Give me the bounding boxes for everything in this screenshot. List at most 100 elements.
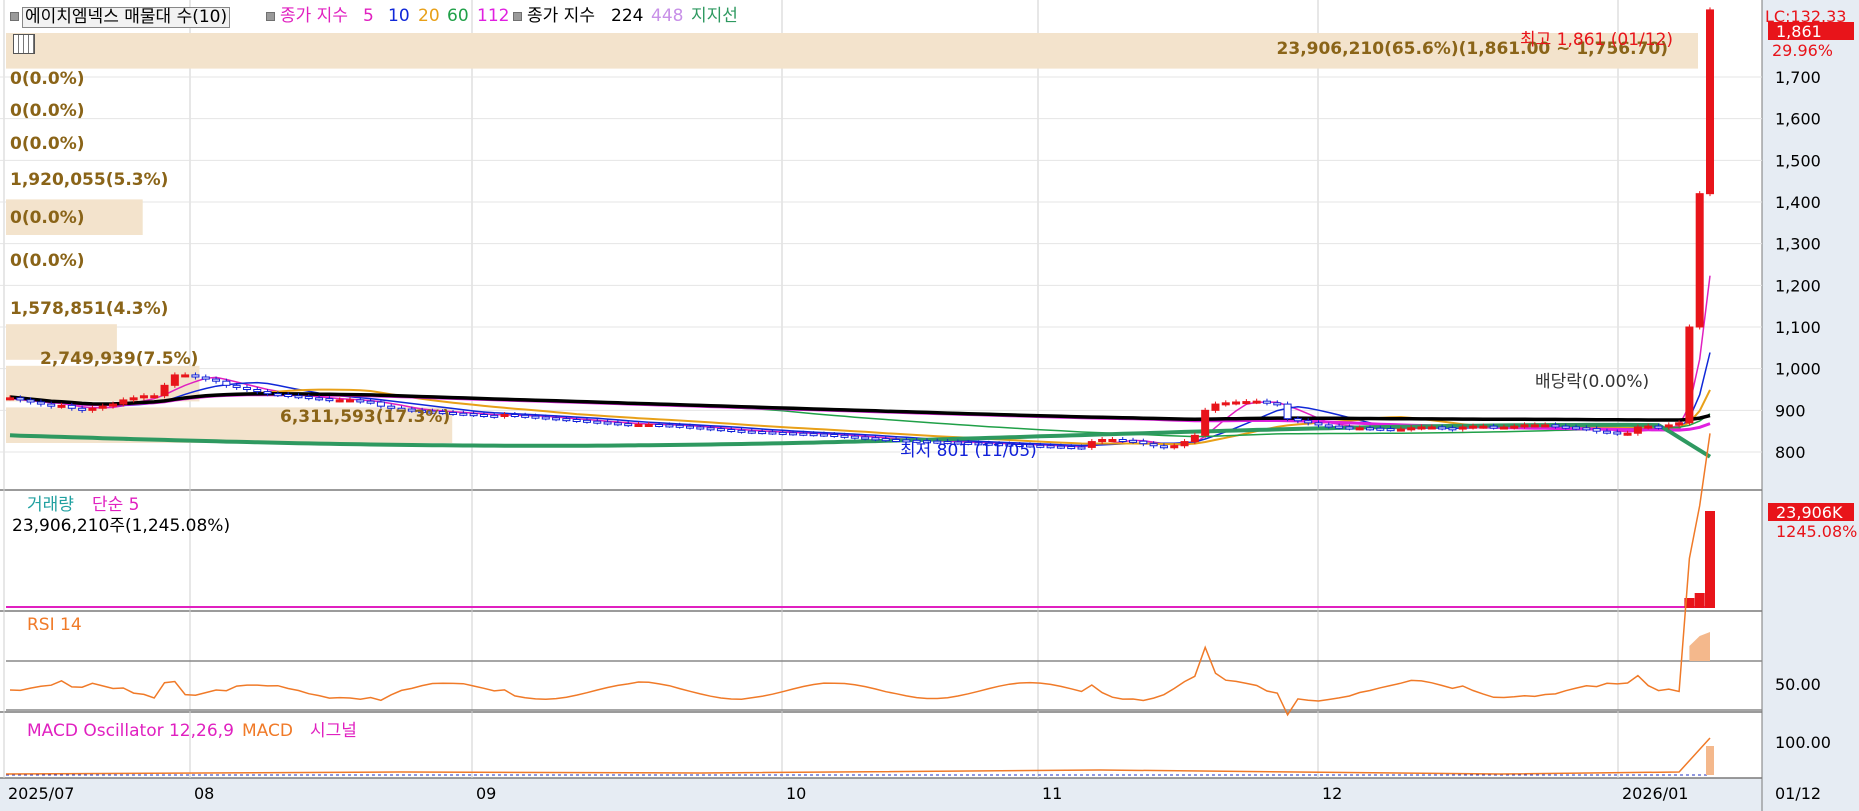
ma-legend-60[interactable]: 60 (447, 8, 469, 25)
high-annotation: 최고 1,861 (01/12) (1520, 30, 1673, 50)
ma2-legend-label[interactable]: 종가 지수 (527, 8, 595, 25)
candle-body (356, 399, 365, 403)
candle-body (830, 434, 839, 437)
candle-body (1335, 425, 1344, 429)
candle-body (819, 433, 828, 437)
candle-body (1530, 424, 1539, 428)
stock-name-button[interactable]: 에이치엠넥스 매물대 수(10) (22, 7, 231, 28)
candle-body (613, 422, 622, 426)
candle-body (1345, 426, 1354, 430)
candle-body (655, 424, 664, 427)
volume-profile-label: 1,920,055(5.3%) (10, 170, 168, 190)
candle-body (1396, 428, 1405, 432)
candle-body (170, 374, 179, 386)
ma-legend-112[interactable]: 112 (477, 8, 509, 25)
candle-body (181, 374, 190, 378)
volume-profile-label: 0(0.0%) (10, 101, 85, 121)
candle-body (1520, 424, 1529, 428)
candle-body (1149, 443, 1158, 447)
candle-body (1376, 427, 1385, 431)
ma-legend-20[interactable]: 20 (418, 8, 440, 25)
candle-body (1252, 400, 1261, 404)
ma-legend-448[interactable]: 448 (651, 8, 683, 25)
candle-body (1211, 403, 1220, 411)
candle-body (737, 429, 746, 433)
candle-body (273, 393, 282, 397)
ma-legend-5[interactable]: 5 (363, 8, 374, 25)
candle-body (16, 397, 25, 401)
cursor-date-label: 01/12 (1775, 784, 1821, 803)
calendar-icon[interactable] (13, 34, 35, 54)
ma-legend-label[interactable]: 종가 지수 (280, 8, 348, 25)
candle-body (57, 404, 66, 408)
volume-profile-label: 6,311,593(17.3%) (280, 407, 450, 427)
candle-body (892, 439, 901, 442)
rsi-tick-label: 50.00 (1775, 675, 1821, 694)
candle-body (861, 436, 870, 440)
candle-body (1232, 401, 1241, 405)
candle-body (1623, 432, 1632, 436)
candle-body (1242, 401, 1251, 405)
candle-body (799, 432, 808, 436)
price-tick-label: 800 (1775, 443, 1806, 462)
ma-legend-10[interactable]: 10 (388, 8, 410, 25)
x-axis-label: 2025/07 (8, 784, 74, 803)
candle-body (1190, 434, 1199, 443)
volume-profile-label: 0(0.0%) (10, 251, 85, 271)
candle-body (1355, 427, 1364, 431)
candle-body (346, 399, 354, 403)
volume-label: 거래량 (27, 495, 74, 515)
candle-body (1314, 422, 1323, 426)
price-tick-label: 1,700 (1775, 68, 1821, 87)
candle-body (150, 395, 159, 399)
last-change-label: 29.96% (1772, 41, 1833, 60)
candle-body (1572, 426, 1581, 430)
candle-body (1448, 427, 1457, 431)
candle-body (325, 398, 334, 402)
candle-body (1170, 445, 1179, 449)
candle-body (119, 399, 128, 405)
candle-body (1489, 425, 1498, 429)
candle-body (1386, 428, 1395, 432)
price-tick-label: 1,300 (1775, 235, 1821, 254)
candle-body (1293, 418, 1302, 422)
legend-bullet-icon (513, 12, 522, 21)
candle-body (459, 412, 468, 416)
candle-body (1551, 424, 1560, 428)
candle-body (1675, 422, 1684, 426)
candle-body (541, 416, 550, 420)
candle-body (1654, 425, 1663, 429)
candle-body (1262, 400, 1271, 404)
candle-body (304, 396, 313, 400)
x-axis-label: 09 (476, 784, 496, 803)
candle-body (1438, 426, 1447, 430)
candle-body (1036, 444, 1045, 448)
candle-body (500, 414, 509, 417)
support-legend[interactable]: 지지선 (691, 8, 738, 25)
candle-body (1046, 445, 1055, 449)
candle-body (768, 431, 777, 435)
candle-body (88, 407, 97, 411)
candle-body (665, 424, 674, 428)
candle-body (840, 434, 849, 438)
candle-body (850, 435, 859, 439)
x-axis-label: 08 (194, 784, 214, 803)
ma-legend-224[interactable]: 224 (611, 8, 643, 25)
candle-body (449, 411, 458, 415)
candle-body (634, 424, 643, 427)
dividend-annotation: 배당락(0.00%) (1535, 372, 1649, 392)
volume-profile-label: 1,578,851(4.3%) (10, 299, 168, 319)
price-tick-label: 1,200 (1775, 276, 1821, 295)
candle-body (881, 438, 890, 442)
candle-body (1221, 402, 1230, 406)
x-axis-label: 11 (1042, 784, 1062, 803)
candle-body (1283, 403, 1292, 420)
candle-body (1479, 425, 1488, 429)
candle-body (294, 395, 303, 399)
candle-body (1304, 420, 1313, 424)
candle-body (871, 437, 880, 441)
stock-chart[interactable]: 1,700 1,600 1,500 1,400 1,300 1,200 1,100 1,000… (0, 0, 1859, 811)
candle-body (1067, 446, 1076, 450)
candle-body (758, 431, 767, 435)
candle-body (624, 423, 633, 427)
